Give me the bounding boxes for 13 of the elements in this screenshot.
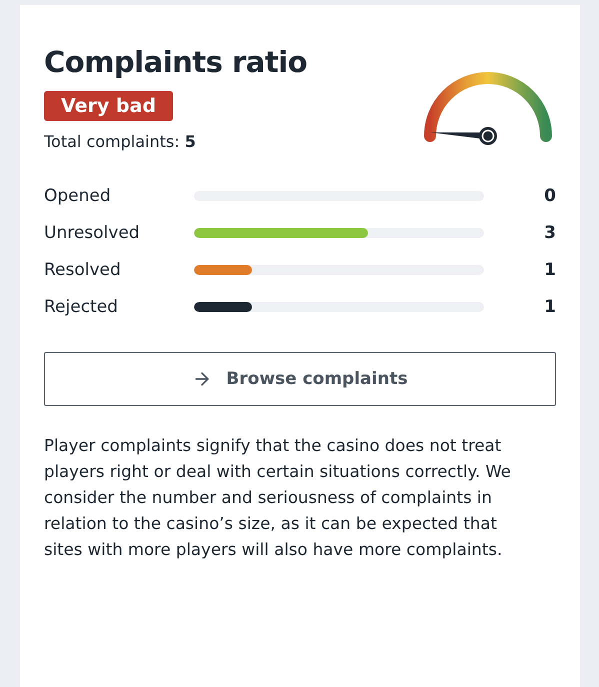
card-title: Complaints ratio (44, 45, 308, 79)
status-label: Opened (44, 186, 112, 206)
status-label: Unresolved (44, 223, 141, 243)
total-complaints: Total complaints: 5 (44, 132, 197, 151)
browse-complaints-button[interactable]: Browse complaints (44, 352, 556, 406)
status-count: 1 (543, 260, 556, 280)
status-count: 1 (543, 297, 556, 317)
description-text: Player complaints signify that the casino does not treat players right or deal with certain situations correctly. We consider the number and seriousness of complaints in relation to the casino’s size, as it can be expected that sites with more players will also have more complaints. (44, 435, 512, 561)
status-count: 3 (543, 223, 556, 243)
rating-label: Very bad (44, 91, 173, 121)
status-count: 0 (543, 186, 556, 206)
status-label: Resolved (44, 260, 122, 280)
status-label: Rejected (44, 297, 119, 317)
